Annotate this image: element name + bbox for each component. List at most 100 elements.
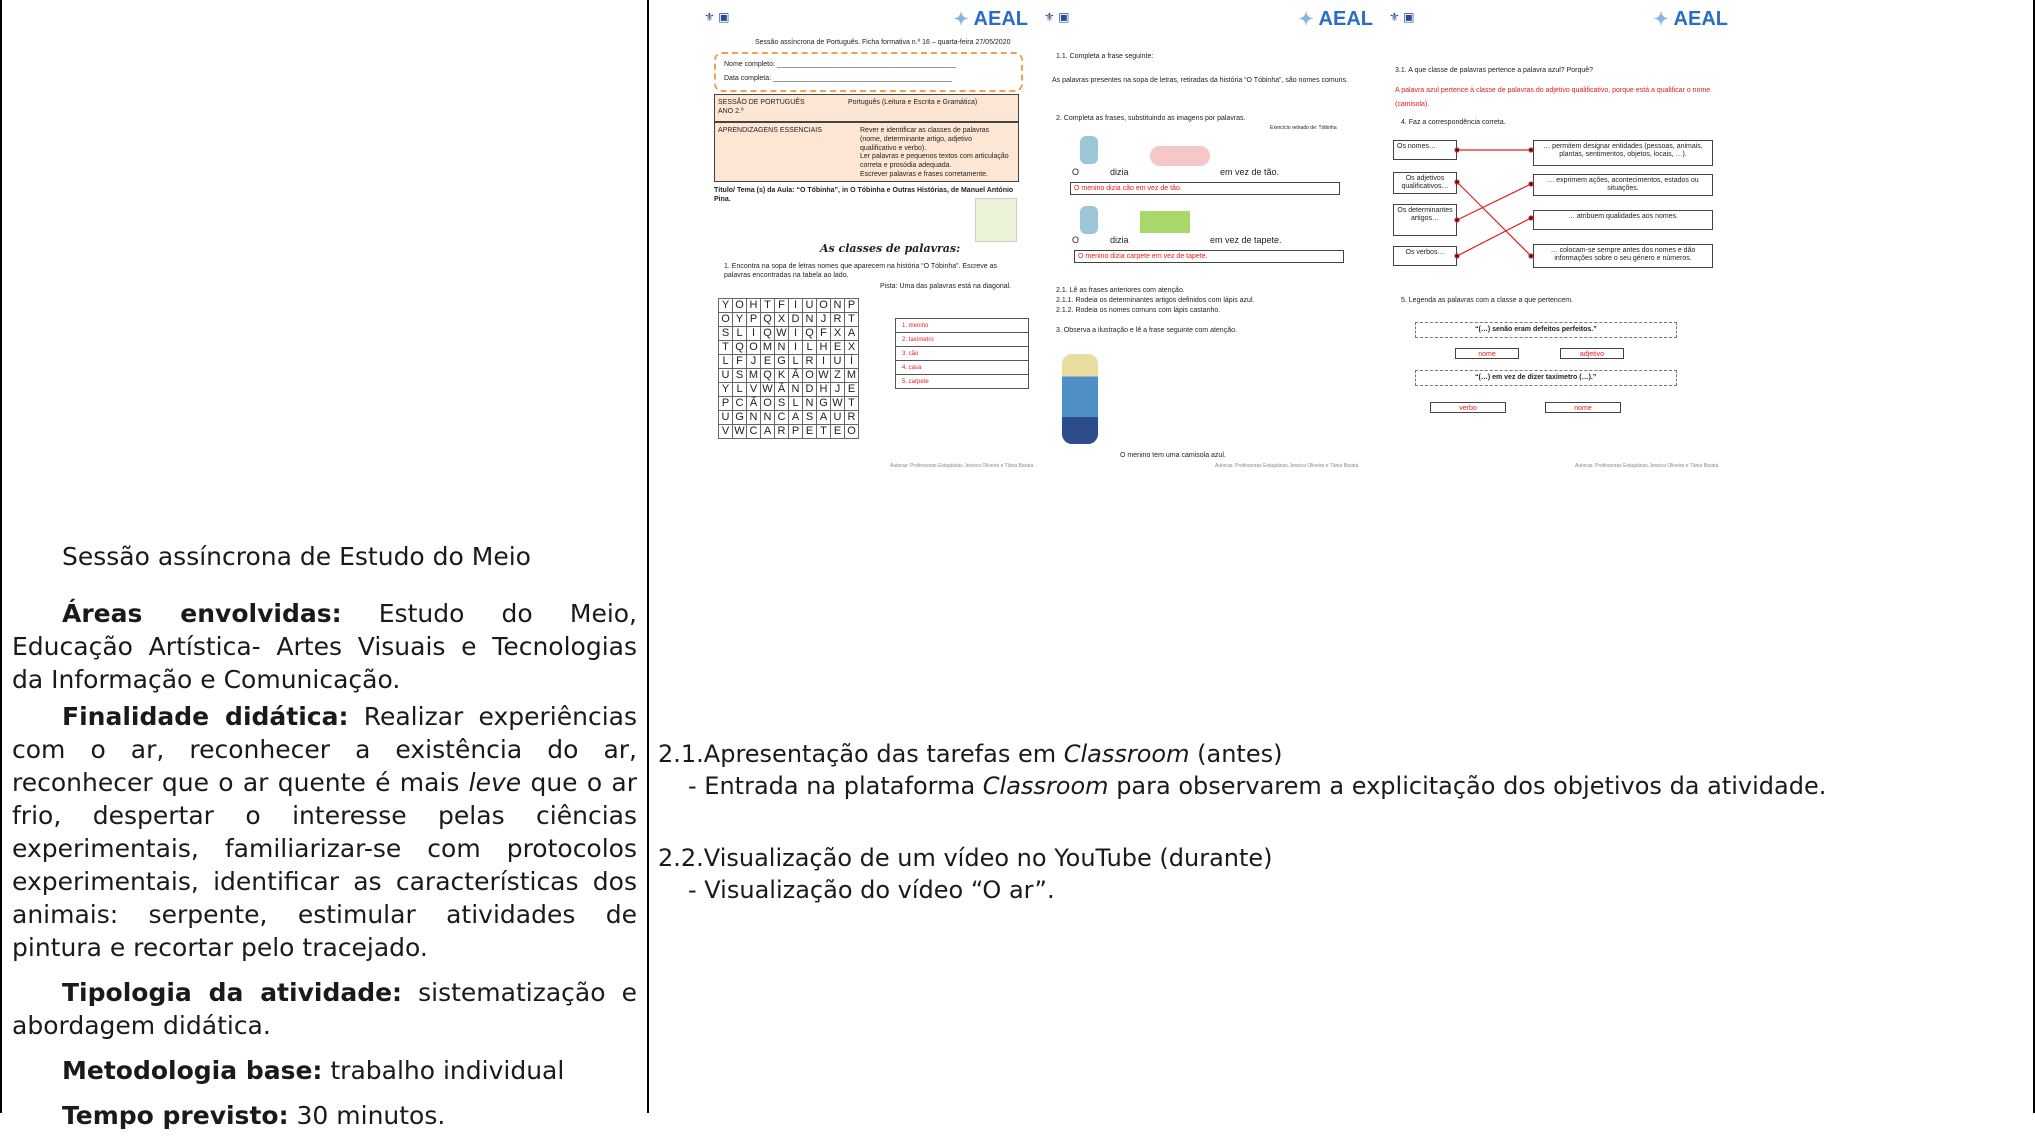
answer-cell: 4. casa: [895, 360, 1029, 375]
p1-date-label: Data completa: _________________________…: [724, 75, 953, 82]
p1-aprend-item-3: Escrever palavras e frases corretamente.: [860, 171, 988, 178]
grid-cell: H: [816, 382, 831, 397]
grid-cell: C: [774, 410, 789, 425]
p1-session-subject: Português (Leitura e Escrita e Gramática…: [848, 99, 978, 106]
grid-cell: Q: [760, 326, 775, 341]
grid-cell: A: [816, 410, 831, 425]
grid-cell: R: [844, 410, 859, 425]
p3-q5: 5. Legenda as palavras com a classe a qu…: [1401, 297, 1573, 304]
grid-cell: N: [802, 312, 817, 327]
grid-cell: E: [844, 382, 859, 397]
grid-cell: Ã: [788, 368, 803, 383]
aeal-logo-text: AEAL: [973, 8, 1028, 30]
grid-cell: P: [844, 298, 859, 313]
grid-cell: K: [774, 368, 789, 383]
grid-cell: H: [816, 340, 831, 355]
p1-session: SESSÃO DE PORTUGUÊS ANO 2.º: [718, 99, 805, 115]
tipologia-paragraph: Tipologia da atividade: sistematização e…: [12, 976, 637, 1042]
item-2-1-prefix: 2.1.Apresentação das tarefas em: [658, 740, 1064, 768]
grid-cell: Q: [760, 368, 775, 383]
grid-row: TQOMNILHEX: [718, 340, 859, 355]
grid-cell: X: [844, 340, 859, 355]
grid-row: VWCARPETEO: [718, 424, 859, 439]
worksheet-page-3: ⚜ ▣ ✦ AEAL 3.1. A que classe de palavras…: [1385, 6, 1740, 476]
grid-cell: F: [816, 326, 831, 341]
grid-row: USMQKÃOWZM: [718, 368, 859, 383]
item-2-2: 2.2.Visualização de um vídeo no YouTube …: [658, 844, 1273, 872]
grid-cell: N: [788, 382, 803, 397]
grid-cell: O: [746, 340, 761, 355]
areas-paragraph: Áreas envolvidas: Estudo do Meio, Educaç…: [12, 597, 637, 696]
p2-boy-image-2: [1080, 206, 1098, 234]
answer-cell: 3. cão: [895, 346, 1029, 361]
item-2-1-sub: - Entrada na plataforma Classroom para o…: [658, 770, 2018, 802]
answers-table: 1. menino 2. taxímetro 3. cão 4. casa 5. car…: [895, 318, 1029, 389]
grid-cell: W: [830, 396, 845, 411]
finalidade-label: Finalidade didática:: [62, 702, 349, 731]
grid-cell: G: [816, 396, 831, 411]
areas-label: Áreas envolvidas:: [62, 599, 342, 628]
grid-cell: J: [746, 354, 761, 369]
grid-cell: I: [746, 326, 761, 341]
grid-cell: N: [760, 410, 775, 425]
finalidade-paragraph: Finalidade didática: Realizar experiênci…: [12, 700, 637, 964]
p1-name-label: Nome completo: _________________________…: [724, 61, 956, 68]
grid-row: PCÃOSLNGWT: [718, 396, 859, 411]
grid-cell: R: [802, 354, 817, 369]
p2-dog-image: [1150, 146, 1210, 166]
grid-cell: M: [760, 340, 775, 355]
grid-row: YLVWÃNDHJE: [718, 382, 859, 397]
p2-q212: 2.1.2. Rodeia os nomes comuns com lápis …: [1056, 307, 1221, 314]
p2-boy-image-1: [1080, 136, 1098, 164]
grid-cell: W: [816, 368, 831, 383]
p3-label-2a: verbo: [1430, 402, 1506, 413]
p1-footer: Autoras: Professoras Estagiárias Jessica…: [890, 463, 1034, 469]
p2-q3: 3. Observa a ilustração e lê a frase seg…: [1056, 327, 1237, 334]
metodologia-paragraph: Metodologia base: trabalho individual: [12, 1054, 637, 1087]
grid-cell: F: [732, 354, 747, 369]
grid-row: UGNNCASAUR: [718, 410, 859, 425]
grid-cell: T: [844, 396, 859, 411]
grid-cell: P: [788, 424, 803, 439]
grid-cell: N: [830, 298, 845, 313]
grid-cell: Y: [718, 298, 733, 313]
grid-cell: V: [746, 382, 761, 397]
aeal-logo: ✦ AEAL: [1298, 8, 1373, 30]
word-search-grid: YOHTFIUONPOYPQXDNJRTSLIQWIQFXATQOMNILHEX…: [718, 298, 859, 439]
p3-label-1b: adjetivo: [1560, 348, 1624, 359]
p2-q2-source: Exercício retirado de: Tóbinha: [1270, 125, 1337, 131]
p3-footer: Autoras: Professoras Estagiárias Jessica…: [1575, 463, 1719, 469]
grid-row: OYPQXDNJRT: [718, 312, 859, 327]
grid-cell: L: [802, 340, 817, 355]
p2-s1-answer: O menino dizia cão em vez de tão.: [1074, 185, 1182, 192]
grid-cell: U: [718, 410, 733, 425]
grid-cell: V: [718, 424, 733, 439]
item-2-1: 2.1.Apresentação das tarefas em Classroo…: [658, 738, 2018, 770]
grid-cell: O: [816, 298, 831, 313]
grid-cell: L: [718, 354, 733, 369]
metodologia-label: Metodologia base:: [62, 1056, 323, 1085]
grid-cell: J: [830, 382, 845, 397]
p2-s2-answer-box: O menino dizia carpete em vez de tapete.: [1074, 250, 1344, 263]
grid-cell: Y: [732, 312, 747, 327]
p1-hint: Pista: Uma das palavras está na diagonal…: [880, 283, 1012, 290]
grid-cell: L: [788, 396, 803, 411]
tempo-text: 30 minutos.: [288, 1101, 446, 1130]
column-divider: [647, 0, 649, 1113]
p2-q2: 2. Completa as frases, substituindo as i…: [1056, 115, 1246, 122]
p2-q11-text: As palavras presentes na sopa de letras,…: [1052, 77, 1348, 84]
finalidade-italic: leve: [468, 768, 522, 797]
grid-cell: T: [844, 312, 859, 327]
tipologia-label: Tipologia da atividade:: [62, 978, 403, 1007]
grid-cell: S: [718, 326, 733, 341]
grid-cell: L: [732, 382, 747, 397]
grid-cell: A: [788, 410, 803, 425]
grid-cell: X: [774, 312, 789, 327]
aeal-logo-text: AEAL: [1318, 8, 1373, 30]
grid-cell: S: [732, 368, 747, 383]
grid-cell: R: [830, 312, 845, 327]
p2-footer: Autoras: Professoras Estagiárias Jessica…: [1215, 463, 1359, 469]
p1-header: Sessão assíncrona de Português. Ficha fo…: [755, 39, 1011, 46]
p1-q1: 1. Encontra na sopa de letras nomes que …: [724, 263, 998, 279]
item-2-2-sub: - Visualização do vídeo “O ar”.: [688, 876, 1055, 904]
